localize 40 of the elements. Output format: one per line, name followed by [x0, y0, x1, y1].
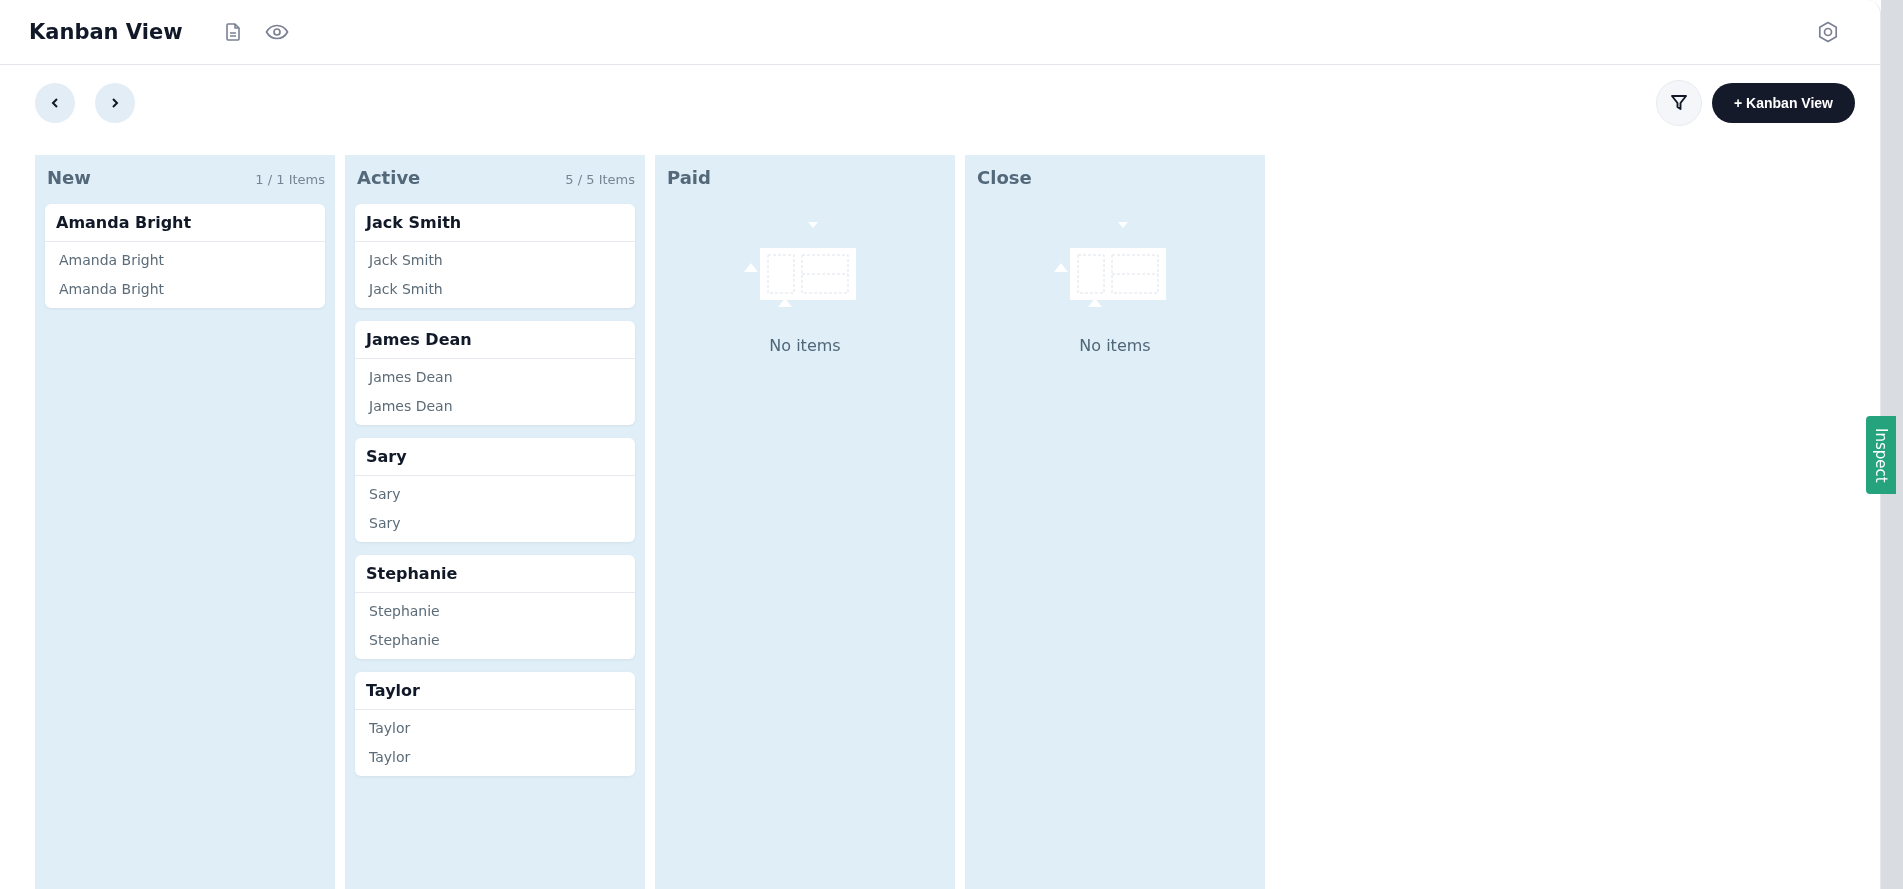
card-field: Stephanie: [369, 597, 621, 626]
chevron-right-icon: [109, 97, 121, 109]
card-field: Jack Smith: [369, 246, 621, 275]
card-field: James Dean: [369, 363, 621, 392]
kanban-card[interactable]: Taylor Taylor Taylor: [355, 672, 635, 776]
page-title: Kanban View: [29, 20, 183, 44]
item-count: 1 / 1 Items: [255, 172, 325, 187]
card-field: Sary: [369, 509, 621, 538]
column-title: Close: [977, 167, 1032, 188]
card-field: James Dean: [369, 392, 621, 421]
chevron-left-icon: [49, 97, 61, 109]
card-field: Amanda Bright: [59, 246, 311, 275]
kanban-card[interactable]: Stephanie Stephanie Stephanie: [355, 555, 635, 659]
column-title: New: [47, 167, 91, 188]
card-field: Stephanie: [369, 626, 621, 655]
card-field: Taylor: [369, 743, 621, 772]
kanban-card[interactable]: Sary Sary Sary: [355, 438, 635, 542]
column-title: Paid: [667, 167, 711, 188]
column-title: Active: [357, 167, 421, 188]
kanban-card[interactable]: James Dean James Dean James Dean: [355, 321, 635, 425]
card-title: Jack Smith: [355, 204, 635, 242]
kanban-card[interactable]: Jack Smith Jack Smith Jack Smith: [355, 204, 635, 308]
card-title: James Dean: [355, 321, 635, 359]
card-field: Jack Smith: [369, 275, 621, 304]
eye-icon[interactable]: [264, 24, 289, 40]
card-field: Amanda Bright: [59, 275, 311, 304]
kanban-card[interactable]: Amanda Bright Amanda Bright Amanda Bright: [45, 204, 325, 308]
empty-message: No items: [769, 336, 841, 355]
add-kanban-view-button[interactable]: + Kanban View: [1712, 83, 1855, 123]
filter-icon: [1669, 93, 1690, 113]
card-title: Amanda Bright: [45, 204, 325, 242]
empty-message: No items: [1079, 336, 1151, 355]
card-field: Taylor: [369, 714, 621, 743]
settings-icon[interactable]: [1816, 20, 1840, 44]
card-field: Sary: [369, 480, 621, 509]
card-title: Stephanie: [355, 555, 635, 593]
item-count: 5 / 5 Items: [565, 172, 635, 187]
filter-button[interactable]: [1656, 80, 1703, 126]
card-title: Taylor: [355, 672, 635, 710]
card-title: Sary: [355, 438, 635, 476]
